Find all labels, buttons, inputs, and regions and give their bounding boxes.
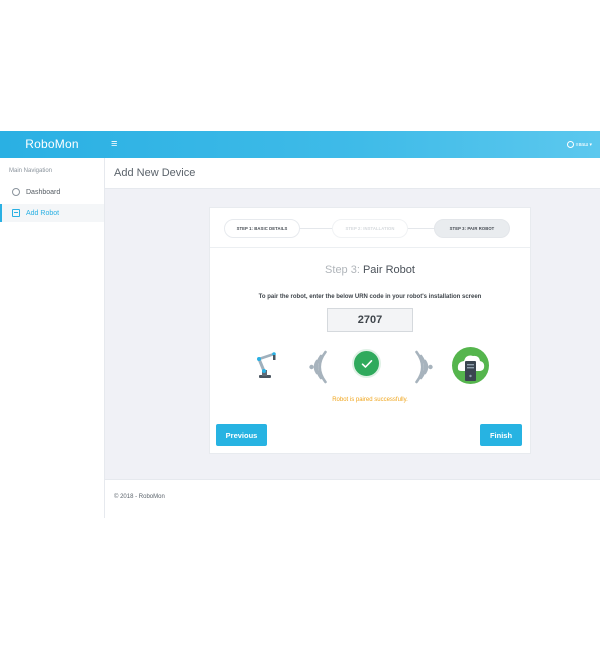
footer-copyright: © 2018 - RoboMon bbox=[114, 494, 165, 500]
step-heading-name: Pair Robot bbox=[362, 264, 415, 276]
top-navbar: RoboMon ≡ ≡ваш ▾ bbox=[0, 131, 600, 158]
sidebar-item-label: Dashboard bbox=[26, 188, 61, 196]
step-heading-number: Step 3: bbox=[325, 264, 360, 276]
pair-robot-card: STEP 1: BASIC DETAILS STEP 2: INSTALLATI… bbox=[209, 207, 531, 454]
wizard-stepper: STEP 1: BASIC DETAILS STEP 2: INSTALLATI… bbox=[210, 208, 530, 248]
pairing-instruction: To pair the robot, enter the below URN c… bbox=[258, 294, 482, 300]
page-title: Add New Device bbox=[114, 167, 196, 179]
user-icon bbox=[566, 141, 574, 148]
sidebar-item-dashboard[interactable]: Dashboard bbox=[0, 183, 104, 201]
wizard-step-installation[interactable]: STEP 2: INSTALLATION bbox=[332, 219, 408, 238]
step-heading: Step 3: Pair Robot bbox=[210, 264, 530, 276]
pairing-status-message: Robot is paired successfully. bbox=[332, 397, 408, 403]
sidebar-item-add-robot[interactable]: Add Robot bbox=[0, 204, 104, 222]
urn-code-display: 2707 bbox=[327, 308, 413, 332]
brand-logo[interactable]: RoboMon bbox=[0, 131, 104, 158]
robot-arm-icon bbox=[257, 352, 276, 378]
cloud-server-icon bbox=[452, 347, 489, 384]
dashboard-icon bbox=[12, 188, 20, 196]
previous-button[interactable]: Previous bbox=[216, 424, 267, 446]
content-body: STEP 1: BASIC DETAILS STEP 2: INSTALLATI… bbox=[105, 189, 600, 479]
sidebar-item-label: Add Robot bbox=[26, 209, 60, 217]
footer: © 2018 - RoboMon bbox=[105, 479, 600, 518]
menu-toggle-icon[interactable]: ≡ bbox=[111, 138, 121, 150]
wizard-step-pair-robot[interactable]: STEP 3: PAIR ROBOT bbox=[434, 219, 510, 238]
content-header: Add New Device bbox=[105, 158, 600, 189]
wireless-signal-icon bbox=[415, 350, 433, 384]
pairing-illustration bbox=[210, 346, 530, 386]
finish-button[interactable]: Finish bbox=[480, 424, 522, 446]
wizard-step-basic-details[interactable]: STEP 1: BASIC DETAILS bbox=[224, 219, 300, 238]
robot-icon bbox=[12, 209, 20, 217]
user-menu[interactable]: ≡ваш ▾ bbox=[566, 139, 592, 150]
sidebar: Main Navigation Dashboard Add Robot bbox=[0, 158, 105, 518]
success-check-icon bbox=[352, 349, 381, 378]
user-menu-label: ≡ваш ▾ bbox=[575, 141, 592, 148]
app-window: RoboMon ≡ ≡ваш ▾ Main Navigation Dashboa… bbox=[0, 131, 600, 518]
wireless-signal-icon bbox=[309, 350, 327, 384]
sidebar-heading: Main Navigation bbox=[9, 168, 53, 174]
